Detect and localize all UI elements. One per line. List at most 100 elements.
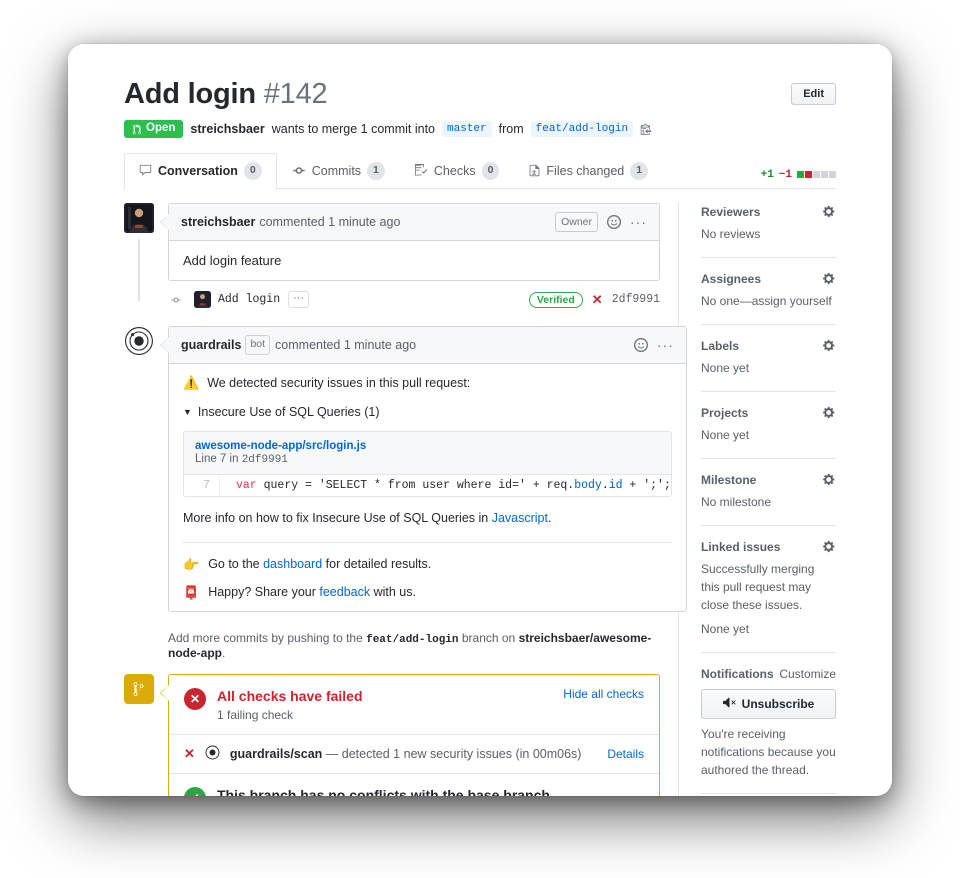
sidebar-labels-title: Labels (701, 338, 740, 353)
pr-meta: Open streichsbaer wants to merge 1 commi… (124, 120, 836, 138)
issue-group-toggle[interactable]: ▼ Insecure Use of SQL Queries (1) (183, 405, 672, 419)
commit-icon (292, 164, 306, 177)
check-name[interactable]: guardrails/scan (230, 747, 322, 761)
check-text: guardrails/scan — detected 1 new securit… (230, 747, 582, 761)
comment-author[interactable]: guardrails (181, 338, 241, 352)
code-file-path[interactable]: awesome-node-app/src/login.js (195, 440, 660, 452)
kebab-horizontal-icon[interactable]: ··· (630, 215, 647, 229)
base-branch-chip[interactable]: master (442, 121, 492, 138)
merge-box: ✕ All checks have failed 1 failing check… (160, 674, 660, 796)
avatar-image (124, 202, 154, 233)
checks-failed-title: All checks have failed (217, 688, 363, 705)
tab-checks[interactable]: Checks 0 (400, 153, 515, 189)
hide-all-checks-link[interactable]: Hide all checks (563, 687, 644, 701)
code-line-sha: 2df9991 (241, 454, 288, 467)
comment-author[interactable]: streichsbaer (181, 215, 255, 229)
code-line-ref: Line 7 in 2df9991 (195, 453, 660, 466)
gear-icon[interactable] (823, 406, 836, 419)
sidebar-milestone-title: Milestone (701, 472, 757, 487)
avatar[interactable] (194, 291, 211, 309)
sidebar-reviewers-title: Reviewers (701, 204, 761, 219)
sidebar-notifications-note: You're receiving notifications because y… (701, 726, 836, 777)
sidebar-notifications-title: Notifications (701, 666, 774, 681)
chevron-down-icon: ▼ (183, 407, 192, 418)
check-details-link[interactable]: Details (607, 747, 644, 761)
smiley-icon[interactable] (633, 338, 648, 353)
tab-files-changed-count: 1 (630, 161, 649, 180)
sidebar-linked-issues-desc: Successfully merging this pull request m… (701, 561, 815, 612)
comment-timestamp: commented 1 minute ago (259, 214, 401, 229)
screenshot-root: Add login #142 Edit Open streichsbaer wa… (0, 0, 960, 878)
pull-request-icon (132, 123, 142, 134)
avatar[interactable] (124, 202, 154, 233)
checks-failed-section: ✕ All checks have failed 1 failing check… (169, 675, 659, 734)
pr-author: streichsbaer (190, 122, 265, 137)
copy-icon[interactable] (640, 123, 652, 136)
tab-checks-label: Checks (433, 163, 476, 178)
tab-commits[interactable]: Commits 1 (277, 153, 400, 189)
check-row: ✕ guardrails/scan — detected 1 new secur… (169, 734, 659, 773)
sidebar-labels-header: Labels (701, 339, 836, 353)
timeline-comment-bot: guardrails bot commented 1 minute ago ··… (124, 326, 687, 613)
x-icon: ✕ (591, 291, 603, 307)
gear-icon[interactable] (823, 205, 836, 218)
smiley-icon[interactable] (607, 214, 621, 229)
pr-meta-text-2: from (498, 122, 524, 137)
commit-message[interactable]: Add login (218, 293, 280, 306)
gear-icon[interactable] (823, 272, 836, 285)
more-info-line: More info on how to fix Insecure Use of … (183, 511, 672, 525)
sidebar-section-projects: Projects None yet (701, 390, 836, 458)
gear-icon[interactable] (823, 473, 836, 486)
status-badge-label: Open (146, 122, 176, 135)
sidebar-linked-issues-title: Linked issues (701, 539, 781, 554)
push-hint-branch: feat/add-login (366, 634, 459, 647)
x-icon: ✕ (184, 746, 195, 762)
edit-button[interactable]: Edit (791, 83, 836, 105)
sidebar-section-assignees: Assignees No one—assign yourself (701, 256, 836, 324)
kebab-horizontal-icon[interactable]: ··· (657, 338, 674, 352)
code-line-content: var query = 'SELECT * from user where id… (236, 479, 671, 493)
x-icon: ✕ (184, 688, 206, 711)
warning-icon: ⚠️ (183, 375, 200, 391)
mute-icon (722, 696, 736, 712)
gear-icon[interactable] (823, 339, 836, 352)
page-title: Add login #142 (124, 78, 791, 111)
comment-body: Add login feature (183, 253, 282, 269)
diff-additions: +1 (760, 168, 774, 181)
sidebar-labels-empty: None yet (701, 360, 750, 375)
no-conflicts-title: This branch has no conflicts with the ba… (217, 787, 550, 796)
check-desc: — detected 1 new security issues (in 00m… (322, 747, 582, 762)
unsubscribe-label: Unsubscribe (741, 696, 815, 711)
sidebar-notifications-header: Notifications Customize (701, 667, 836, 681)
github-pull-request-page: Add login #142 Edit Open streichsbaer wa… (68, 44, 892, 796)
divider (183, 542, 672, 544)
comment-icon (139, 164, 152, 177)
guardrails-logo-icon[interactable] (124, 326, 154, 357)
tab-files-changed[interactable]: Files changed 1 (514, 153, 663, 189)
checks-icon (414, 164, 428, 177)
commit-expand-button[interactable]: ··· (288, 291, 310, 309)
comment-header: guardrails bot commented 1 minute ago ··… (169, 327, 686, 365)
code-snippet-header: awesome-node-app/src/login.js Line 7 in … (184, 432, 671, 476)
feedback-line: 📮 Happy? Share your feedback with us. (183, 585, 672, 599)
unsubscribe-button[interactable]: Unsubscribe (701, 688, 836, 719)
customize-notifications-link[interactable]: Customize (779, 667, 836, 681)
head-branch-chip[interactable]: feat/add-login (530, 121, 634, 138)
bot-badge: bot (245, 335, 271, 356)
sidebar-section-participants: 1 participant (701, 792, 836, 796)
comment-card: guardrails bot commented 1 minute ago ··… (160, 326, 687, 613)
commit-sha[interactable]: 2df9991 (612, 293, 660, 306)
dashboard-link[interactable]: dashboard (263, 557, 322, 571)
dashboard-text: Go to the dashboard for detailed results… (208, 557, 431, 571)
javascript-link[interactable]: Javascript (492, 511, 548, 525)
gear-icon[interactable] (823, 540, 836, 553)
timeline-commit-row: Add login ··· Verified ✕ 2df9991 (168, 281, 660, 316)
tab-conversation[interactable]: Conversation 0 (124, 152, 277, 189)
push-hint-post: . (222, 646, 226, 661)
tab-conversation-label: Conversation (158, 163, 238, 178)
feedback-link[interactable]: feedback (319, 585, 370, 599)
diff-block (821, 171, 828, 179)
code-line-label: Line 7 in (195, 453, 239, 466)
tab-checks-count: 0 (481, 161, 500, 180)
checks-failed-subtitle: 1 failing check (217, 708, 294, 723)
